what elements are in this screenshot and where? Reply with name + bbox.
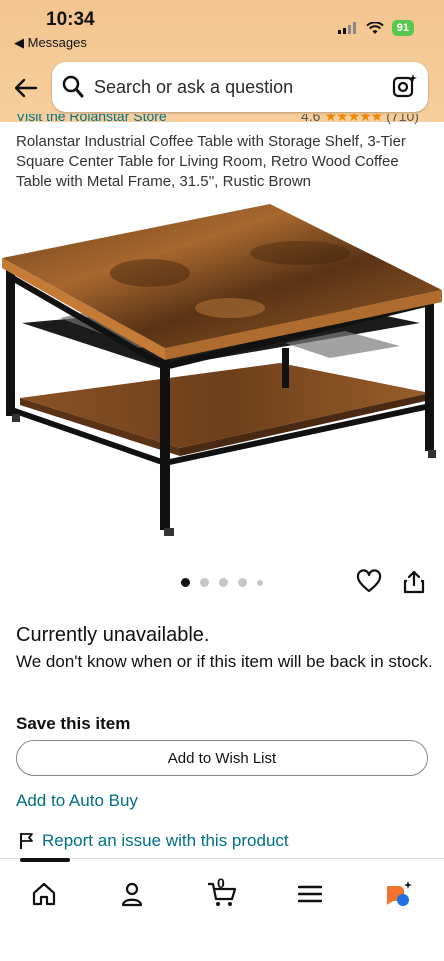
account-icon	[121, 882, 143, 907]
add-to-auto-buy-link[interactable]: Add to Auto Buy	[16, 791, 138, 811]
flag-icon	[20, 833, 33, 849]
status-icons: 91	[337, 20, 414, 36]
store-rating-strip: Visit the Rolanstar Store 4.6 ★★★★★ (710…	[16, 114, 436, 128]
battery-icon: 91	[391, 20, 414, 36]
rating-value: 4.6	[301, 114, 321, 124]
image-dot-2[interactable]	[200, 578, 209, 587]
availability-status: Currently unavailable.	[16, 624, 210, 646]
image-dot-4[interactable]	[238, 578, 247, 587]
search-icon	[62, 75, 84, 98]
image-dot-3[interactable]	[219, 578, 228, 587]
back-to-messages[interactable]: ◀ Messages	[14, 35, 87, 51]
image-pagination[interactable]	[181, 578, 263, 587]
nav-account[interactable]	[112, 877, 152, 911]
active-tab-indicator	[20, 858, 70, 862]
bottom-nav: 0	[0, 858, 444, 961]
nav-cart[interactable]: 0	[202, 875, 242, 911]
back-arrow-icon[interactable]	[12, 72, 40, 104]
product-title: Rolanstar Industrial Coffee Table with S…	[16, 133, 406, 190]
rufus-icon	[387, 881, 412, 906]
wifi-icon	[366, 21, 384, 34]
share-icon[interactable]	[402, 569, 426, 595]
nav-rufus[interactable]	[378, 877, 418, 911]
image-dot-5[interactable]	[257, 579, 263, 586]
store-link[interactable]: Visit the Rolanstar Store	[16, 114, 167, 124]
signal-icon	[337, 22, 356, 34]
rating-count: (710)	[386, 114, 419, 124]
nav-home[interactable]	[24, 877, 64, 911]
save-item-heading: Save this item	[16, 714, 131, 733]
app-header: 10:34 ◀ Messages 91 Search or ask a ques…	[0, 0, 444, 122]
home-icon	[32, 882, 56, 906]
heart-icon[interactable]	[356, 569, 382, 595]
stock-note: We don't know when or if this item will …	[16, 652, 433, 671]
menu-icon	[298, 885, 322, 903]
image-dot-1[interactable]	[181, 578, 190, 587]
nav-menu[interactable]	[290, 877, 330, 911]
rating-summary[interactable]: 4.6 ★★★★★ (710)	[301, 114, 419, 125]
camera-search-icon[interactable]	[392, 73, 418, 99]
rating-stars: ★★★★★	[324, 114, 383, 124]
search-input[interactable]: Search or ask a question	[52, 62, 428, 112]
report-issue-label: Report an issue with this product	[42, 831, 289, 850]
add-to-wish-list-button[interactable]: Add to Wish List	[16, 740, 428, 776]
report-issue-link[interactable]: Report an issue with this product	[18, 831, 289, 851]
status-time: 10:34	[46, 9, 95, 30]
search-placeholder: Search or ask a question	[94, 77, 294, 97]
product-image[interactable]	[0, 198, 444, 543]
cart-count: 0	[217, 875, 225, 891]
